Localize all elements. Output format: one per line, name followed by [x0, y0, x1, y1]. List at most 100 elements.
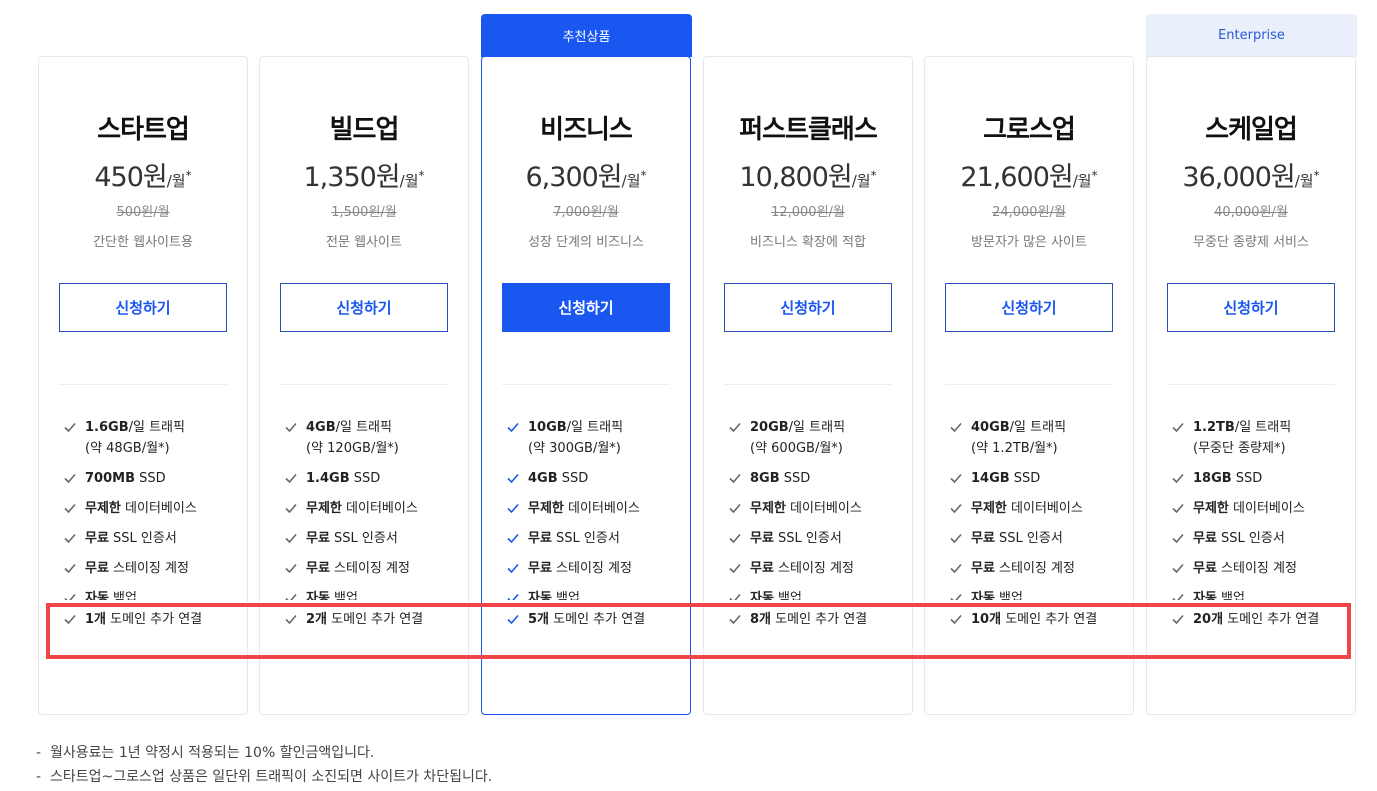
- feature-backup: 자동 백업: [284, 588, 464, 600]
- feature-ssl: 무료 SSL 인증서: [63, 528, 243, 549]
- feature-ssd: 4GB SSD: [506, 468, 686, 489]
- plan-card-scaleup: 스케일업 36,000원/월* 40,000원/월 무중단 종량제 서비스 신청…: [1146, 56, 1356, 715]
- price-unit: /월: [851, 172, 871, 190]
- feature-database: 무제한 데이터베이스: [63, 498, 243, 519]
- price-unit: /월: [1072, 172, 1092, 190]
- check-icon: [64, 503, 76, 514]
- check-icon: [1172, 614, 1184, 625]
- check-icon: [285, 503, 297, 514]
- price-asterisk: *: [1313, 168, 1320, 183]
- apply-button[interactable]: 신청하기: [945, 283, 1113, 332]
- feature-ssd: 1.4GB SSD: [284, 468, 464, 489]
- plan-description: 간단한 웹사이트용: [93, 235, 193, 250]
- feature-staging: 무료 스테이징 계정: [949, 558, 1129, 579]
- apply-button[interactable]: 신청하기: [502, 283, 670, 332]
- check-icon: [950, 473, 962, 484]
- price-asterisk: *: [1091, 168, 1098, 183]
- divider: [280, 384, 448, 385]
- pricing-plans: 추천상품 Enterprise 스타트업 450원/월* 500원/월 간단한 …: [0, 0, 1377, 730]
- feature-domains: 5개 도메인 추가 연결: [506, 609, 686, 630]
- check-icon: [285, 422, 297, 433]
- feature-domains: 1개 도메인 추가 연결: [63, 609, 243, 630]
- check-icon: [729, 473, 741, 484]
- footnote-text: 스타트업~그로스업 상품은 일단위 트래픽이 소진되면 사이트가 차단됩니다.: [50, 769, 493, 785]
- feature-staging: 무료 스테이징 계정: [506, 558, 686, 579]
- check-icon: [285, 593, 297, 600]
- original-price: 500원/월: [116, 205, 170, 220]
- price-unit: /월: [1294, 172, 1314, 190]
- feature-domains: 20개 도메인 추가 연결: [1171, 609, 1351, 630]
- feature-traffic: 1.6GB/일 트래픽 (약 48GB/월*): [63, 417, 243, 459]
- recommended-ribbon: 추천상품: [481, 14, 692, 57]
- original-price: 12,000원/월: [771, 205, 845, 220]
- plan-name: 스타트업: [97, 115, 190, 145]
- plan-description: 비즈니스 확장에 적합: [750, 235, 866, 250]
- plan-price: 10,800원/월*: [704, 155, 912, 194]
- feature-traffic: 1.2TB/일 트래픽 (무중단 종량제*): [1171, 417, 1351, 459]
- apply-button[interactable]: 신청하기: [1167, 283, 1335, 332]
- feature-ssd: 700MB SSD: [63, 468, 243, 489]
- feature-traffic: 4GB/일 트래픽 (약 120GB/월*): [284, 417, 464, 459]
- price-asterisk: *: [870, 168, 877, 183]
- price-amount: 21,600원: [960, 162, 1073, 193]
- check-icon: [507, 473, 519, 484]
- feature-traffic: 20GB/일 트래픽 (약 600GB/월*): [728, 417, 908, 459]
- divider: [1167, 384, 1335, 385]
- check-icon: [729, 593, 741, 600]
- price-unit: /월: [621, 172, 641, 190]
- check-icon: [1172, 533, 1184, 544]
- check-icon: [729, 563, 741, 574]
- feature-ssl: 무료 SSL 인증서: [728, 528, 908, 549]
- price-unit: /월: [399, 172, 419, 190]
- check-icon: [507, 563, 519, 574]
- enterprise-ribbon: Enterprise: [1146, 14, 1357, 57]
- feature-list: 1.6GB/일 트래픽 (약 48GB/월*) 700MB SSD 무제한 데이터…: [63, 417, 243, 639]
- footnote-dash: -: [36, 745, 42, 761]
- feature-ssl: 무료 SSL 인증서: [1171, 528, 1351, 549]
- check-icon: [64, 422, 76, 433]
- plan-card-startup: 스타트업 450원/월* 500원/월 간단한 웹사이트용 신청하기 1.6GB…: [38, 56, 248, 715]
- plan-name: 퍼스트클래스: [739, 115, 878, 145]
- price-amount: 6,300원: [525, 162, 623, 193]
- apply-button[interactable]: 신청하기: [59, 283, 227, 332]
- check-icon: [64, 593, 76, 600]
- check-icon: [285, 563, 297, 574]
- plan-description: 전문 웹사이트: [326, 235, 402, 250]
- plan-price: 6,300원/월*: [482, 155, 690, 194]
- original-price: 7,000원/월: [553, 205, 619, 220]
- feature-database: 무제한 데이터베이스: [284, 498, 464, 519]
- check-icon: [950, 614, 962, 625]
- check-icon: [1172, 593, 1184, 600]
- footnote-dash: -: [36, 769, 42, 785]
- check-icon: [950, 422, 962, 433]
- feature-ssl: 무료 SSL 인증서: [284, 528, 464, 549]
- check-icon: [729, 422, 741, 433]
- check-icon: [1172, 503, 1184, 514]
- feature-database: 무제한 데이터베이스: [1171, 498, 1351, 519]
- feature-ssl: 무료 SSL 인증서: [949, 528, 1129, 549]
- feature-traffic: 10GB/일 트래픽 (약 300GB/월*): [506, 417, 686, 459]
- feature-staging: 무료 스테이징 계정: [284, 558, 464, 579]
- check-icon: [64, 614, 76, 625]
- price-amount: 10,800원: [739, 162, 852, 193]
- footnotes: - 월사용료는 1년 약정시 적용되는 10% 할인금액입니다. - 스타트업~그로…: [36, 741, 492, 789]
- apply-button[interactable]: 신청하기: [280, 283, 448, 332]
- feature-ssd: 18GB SSD: [1171, 468, 1351, 489]
- check-icon: [1172, 473, 1184, 484]
- feature-traffic: 40GB/일 트래픽 (약 1.2TB/월*): [949, 417, 1129, 459]
- apply-button[interactable]: 신청하기: [724, 283, 892, 332]
- check-icon: [285, 473, 297, 484]
- footnote: - 월사용료는 1년 약정시 적용되는 10% 할인금액입니다.: [36, 741, 492, 765]
- plan-card-firstclass: 퍼스트클래스 10,800원/월* 12,000원/월 비즈니스 확장에 적합 …: [703, 56, 913, 715]
- price-amount: 36,000원: [1182, 162, 1295, 193]
- check-icon: [950, 593, 962, 600]
- plan-price: 36,000원/월*: [1147, 155, 1355, 194]
- feature-domains: 8개 도메인 추가 연결: [728, 609, 908, 630]
- price-asterisk: *: [640, 168, 647, 183]
- check-icon: [285, 533, 297, 544]
- price-asterisk: *: [418, 168, 425, 183]
- feature-backup: 자동 백업: [728, 588, 908, 600]
- plan-price: 450원/월*: [39, 155, 247, 194]
- feature-domains: 2개 도메인 추가 연결: [284, 609, 464, 630]
- price-unit: /월: [166, 172, 186, 190]
